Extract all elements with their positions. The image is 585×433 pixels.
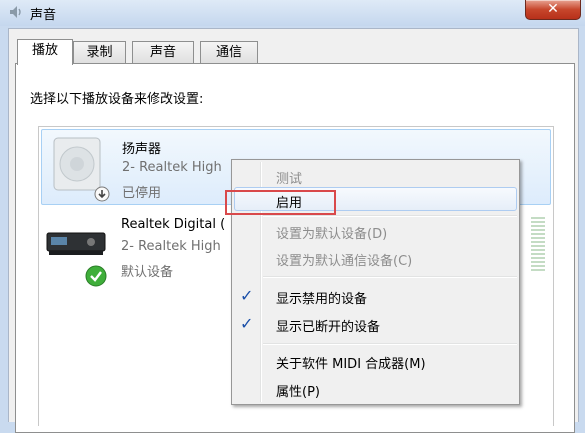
level-meter — [531, 215, 545, 273]
menu-item-set-default[interactable]: 设置为默认设备(D) — [276, 223, 387, 242]
device-status: 默认设备 — [121, 265, 174, 280]
tab-communications[interactable]: 通信 — [200, 41, 258, 63]
device-status: 已停用 — [122, 186, 162, 201]
close-icon: ✕ — [547, 1, 559, 17]
menu-separator — [263, 343, 517, 345]
instruction-text: 选择以下播放设备来修改设置: — [30, 92, 204, 107]
close-button[interactable]: ✕ — [525, 0, 581, 20]
sound-app-icon — [10, 6, 21, 18]
device-driver: 2- Realtek High — [121, 239, 221, 254]
checkmark-icon: ✓ — [240, 286, 254, 305]
tab-communications-label: 通信 — [215, 45, 242, 60]
window-title: 声音 — [30, 8, 57, 23]
menu-item-midi-about[interactable]: 关于软件 MIDI 合成器(M) — [276, 353, 426, 372]
checkmark-icon: ✓ — [240, 314, 254, 333]
menu-item-show-disconnected[interactable]: 显示已断开的设备 — [276, 316, 380, 335]
menu-separator — [263, 215, 517, 217]
menu-item-properties[interactable]: 属性(P) — [276, 381, 320, 400]
menu-item-test[interactable]: 测试 — [276, 168, 302, 187]
green-check-badge-icon — [85, 265, 107, 287]
down-arrow-badge-icon — [94, 186, 110, 202]
device-driver: 2- Realtek High — [122, 160, 222, 175]
device-name: Realtek Digital ( — [121, 217, 226, 232]
digital-receiver-icon — [46, 232, 106, 255]
tab-recording[interactable]: 录制 — [73, 41, 126, 63]
tab-recording-label: 录制 — [86, 45, 113, 60]
menu-separator — [263, 276, 517, 278]
tab-sounds-label: 声音 — [149, 45, 176, 60]
title-bar: 声音 ✕ — [0, 0, 585, 26]
tab-playback-label: 播放 — [31, 43, 58, 58]
tab-sounds[interactable]: 声音 — [132, 41, 194, 63]
menu-item-set-default-comm[interactable]: 设置为默认通信设备(C) — [276, 250, 412, 269]
highlight-box — [225, 190, 336, 215]
menu-item-show-disabled[interactable]: 显示禁用的设备 — [276, 288, 367, 307]
tab-playback[interactable]: 播放 — [17, 39, 73, 65]
device-name: 扬声器 — [122, 142, 162, 157]
